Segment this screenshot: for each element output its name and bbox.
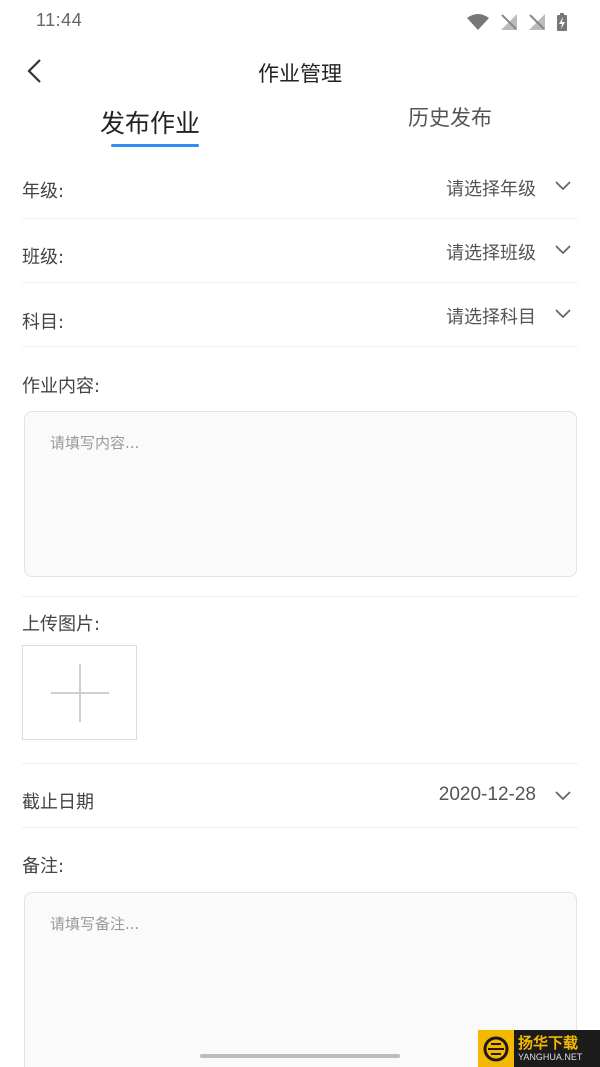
status-icons [466,12,568,32]
grade-select[interactable]: 年级: 请选择年级 [22,155,578,219]
tab-publish-homework[interactable]: 发布作业 [100,104,200,140]
watermark-text: 扬华下载 YANGHUA.NET [514,1033,583,1063]
divider [22,596,578,597]
class-placeholder: 请选择班级 [446,243,536,264]
plus-icon-vertical [79,664,81,722]
class-label: 班级: [22,247,65,268]
content-textarea[interactable]: 请填写内容... [24,411,577,577]
remark-label: 备注: [22,856,65,877]
tab-history[interactable]: 历史发布 [408,102,492,132]
deadline-label: 截止日期 [22,792,94,813]
upload-label: 上传图片: [22,614,101,635]
wifi-icon [467,14,489,30]
watermark-en: YANGHUA.NET [518,1051,583,1062]
page-title: 作业管理 [258,62,342,86]
watermark-cn: 扬华下载 [518,1033,579,1052]
nav-bar: 作业管理 [0,46,600,96]
upload-image-button[interactable] [22,645,137,740]
tab-bar: 发布作业 历史发布 [0,96,600,152]
content-label: 作业内容: [22,376,101,397]
watermark-logo: 扬华下载 YANGHUA.NET [478,1030,600,1067]
deadline-select[interactable]: 截止日期 2020-12-28 [22,764,578,828]
content-placeholder: 请填写内容... [50,434,140,452]
status-bar: 11:44 [0,0,600,44]
grade-label: 年级: [22,181,65,202]
subject-placeholder: 请选择科目 [446,307,536,328]
subject-label: 科目: [22,312,65,333]
signal-off-icon [529,14,545,30]
chevron-down-icon [555,245,571,255]
watermark-emblem-icon [478,1030,514,1067]
subject-select[interactable]: 科目: 请选择科目 [22,283,578,347]
deadline-value: 2020-12-28 [438,784,536,805]
grade-placeholder: 请选择年级 [446,179,536,200]
signal-off-icon [501,14,517,30]
chevron-down-icon [555,181,571,191]
active-tab-indicator [111,144,199,147]
remark-placeholder: 请填写备注... [50,915,140,933]
chevron-down-icon [555,309,571,319]
battery-charging-icon [557,13,567,31]
home-indicator[interactable] [200,1054,400,1058]
chevron-down-icon [555,791,571,801]
class-select[interactable]: 班级: 请选择班级 [22,219,578,283]
status-time: 11:44 [36,10,83,30]
